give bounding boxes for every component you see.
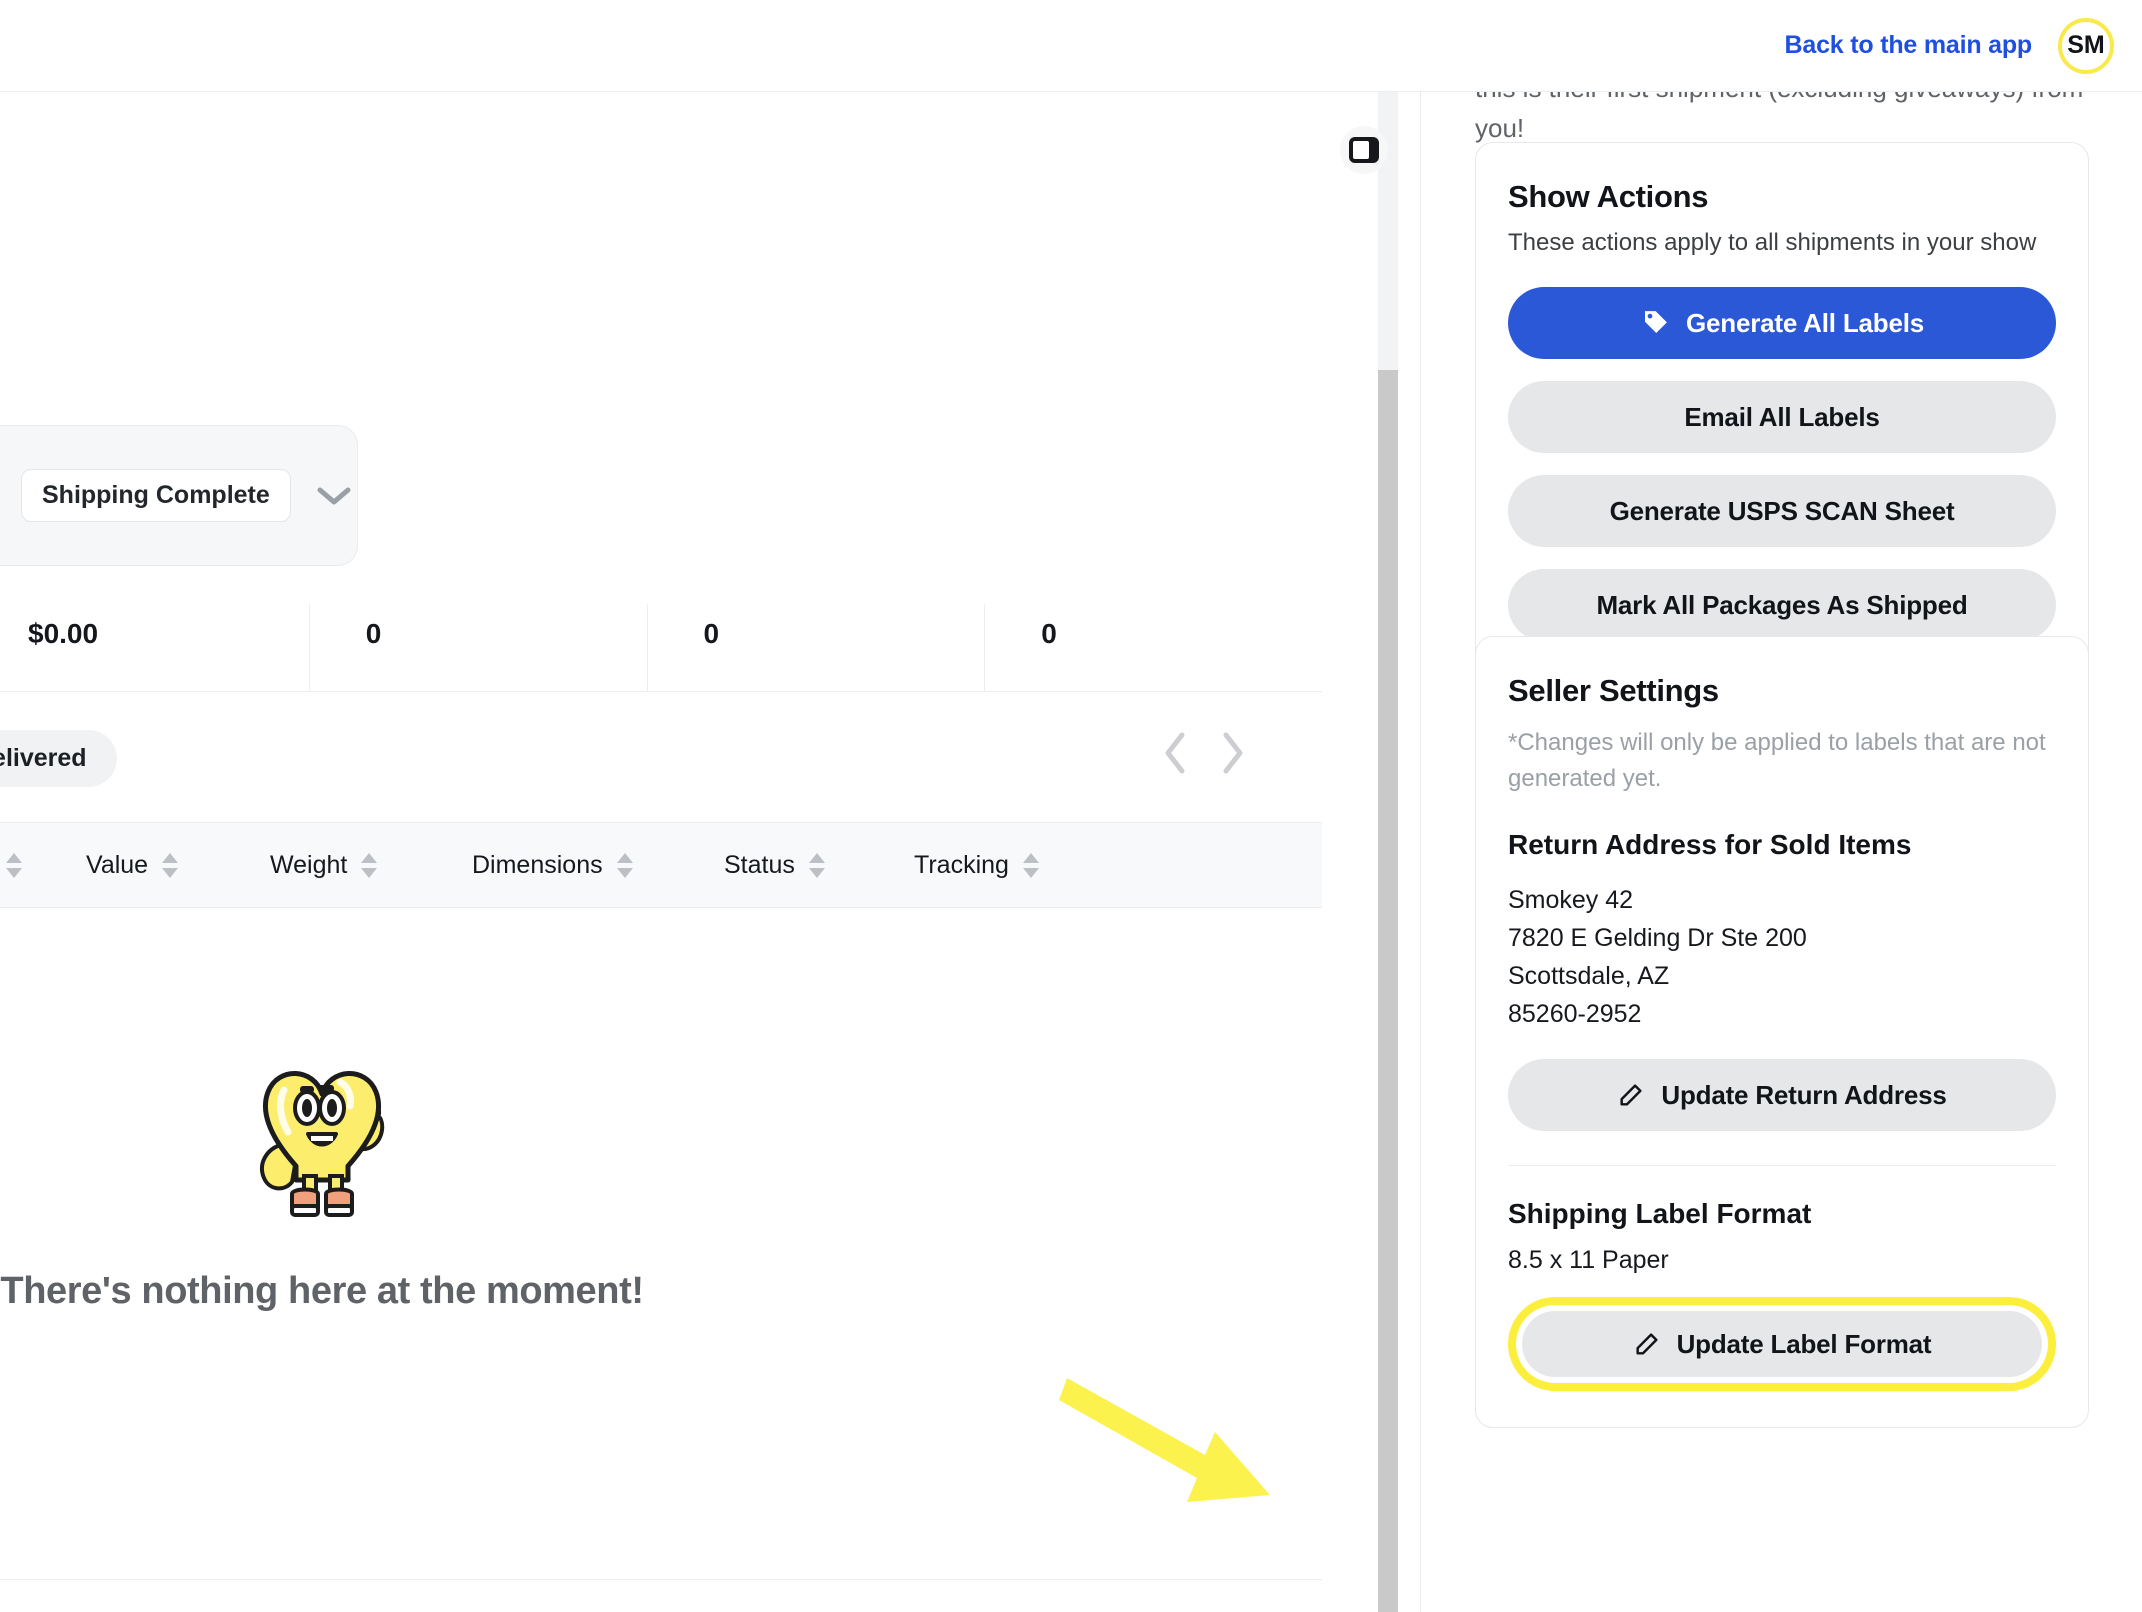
sort-arrows-icon[interactable] [616,852,633,878]
column-header-value[interactable]: Value [86,851,254,880]
update-return-address-button[interactable]: Update Return Address [1508,1059,2056,1131]
sort-arrows-icon[interactable] [1022,852,1039,878]
column-label: Value [86,850,149,879]
update-label-format-highlight-ring: Update Label Format [1508,1297,2056,1391]
generate-all-labels-button[interactable]: Generate All Labels [1508,287,2056,359]
mark-all-packages-as-shipped-button[interactable]: Mark All Packages As Shipped [1508,569,2056,641]
address-line: 85260-2952 [1508,1000,1642,1028]
button-label: Mark All Packages As Shipped [1596,589,1968,620]
address-line: Scottsdale, AZ [1508,962,1670,990]
sort-arrows-icon[interactable] [361,852,378,878]
stat-value: 0 [703,618,720,649]
sort-arrows-icon[interactable] [6,852,23,878]
chevron-down-icon[interactable] [317,486,351,506]
update-label-format-button[interactable]: Update Label Format [1522,1311,2042,1377]
empty-state: There's nothing here at the moment! [0,1048,672,1313]
pencil-icon [1636,1333,1658,1355]
stat-cell: $0.00 [0,604,310,691]
scrollbar-thumb[interactable] [1378,370,1398,1612]
show-actions-title: Show Actions [1508,179,1709,214]
empty-state-message: There's nothing here at the moment! [0,1270,644,1312]
sort-arrows-icon[interactable] [162,852,179,878]
return-address-block: Smokey 42 7820 E Gelding Dr Ste 200 Scot… [1508,881,2056,1033]
panel-glyph [1349,137,1379,163]
button-label: Update Return Address [1661,1079,1947,1110]
chevron-right-icon[interactable] [1218,730,1248,776]
yellow-heart-mascot-illustration [260,1071,385,1217]
first-shipment-note: this is their first shipment (excluding … [1475,92,2083,143]
shipping-label-format-heading: Shipping Label Format [1508,1198,1812,1229]
app-root: Back to the main app SM Shipping Complet… [0,0,2142,1612]
avatar[interactable]: SM [2058,17,2114,74]
tag-icon [1645,311,1667,333]
seller-settings-card: Seller Settings *Changes will only be ap… [1475,636,2089,1428]
button-label: Email All Labels [1684,401,1880,432]
address-line: Smokey 42 [1508,886,1634,914]
main-content-region: Shipping Complete $0.00 0 0 0 Delivered [0,92,1376,1612]
button-label: Generate USPS SCAN Sheet [1609,495,1955,526]
column-label: Tracking [914,850,1009,879]
address-line: 7820 E Gelding Dr Ste 200 [1508,924,1807,952]
stat-cell: 0 [985,604,1322,691]
panel-toggle-icon[interactable] [1340,126,1388,174]
status-pill[interactable]: Shipping Complete [21,469,291,522]
stat-cell: 0 [648,604,986,691]
back-to-main-app-link[interactable]: Back to the main app [1785,31,2033,60]
filter-tab-delivered[interactable]: Delivered [0,730,117,787]
column-header-dimensions[interactable]: Dimensions [472,851,720,880]
column-header-status[interactable]: Status [724,851,910,880]
shipping-status-card: Shipping Complete [0,425,358,566]
email-all-labels-button[interactable]: Email All Labels [1508,381,2056,453]
button-label: Generate All Labels [1686,307,1924,338]
pencil-icon [1620,1084,1642,1106]
seller-settings-title: Seller Settings [1508,673,1719,708]
vertical-scrollbar[interactable] [1378,92,1398,1612]
pagination-controls [1160,730,1248,776]
table-body: There's nothing here at the moment! [0,908,1322,1580]
right-sidebar: this is their first shipment (excluding … [1420,92,2142,1612]
stats-strip: $0.00 0 0 0 [0,604,1322,692]
sort-arrows-icon[interactable] [808,852,825,878]
chevron-left-icon[interactable] [1160,730,1190,776]
show-actions-subtitle: These actions apply to all shipments in … [1508,229,2037,256]
generate-usps-scan-sheet-button[interactable]: Generate USPS SCAN Sheet [1508,475,2056,547]
stat-cell: 0 [310,604,648,691]
shipping-label-format-value: 8.5 x 11 Paper [1508,1246,1669,1274]
column-label: Weight [270,850,348,879]
column-header-tracking[interactable]: Tracking [914,851,1039,880]
stat-value: 0 [1041,618,1057,649]
stat-value: 0 [365,618,382,649]
column-header-dimensions-cut[interactable]: ns [0,851,64,880]
button-label: Update Label Format [1676,1328,1932,1359]
seller-settings-note: *Changes will only be applied to labels … [1508,729,2046,792]
column-label: Status [724,850,795,879]
return-address-heading: Return Address for Sold Items [1508,829,1912,860]
settings-divider [1508,1165,2056,1166]
column-header-weight[interactable]: Weight [270,851,466,880]
column-label: Dimensions [472,850,603,879]
top-header-bar: Back to the main app SM [0,0,2142,92]
stat-value: $0.00 [28,618,99,649]
table-header-row: ns Value Weight Dimensions Status Tracki… [0,822,1322,908]
